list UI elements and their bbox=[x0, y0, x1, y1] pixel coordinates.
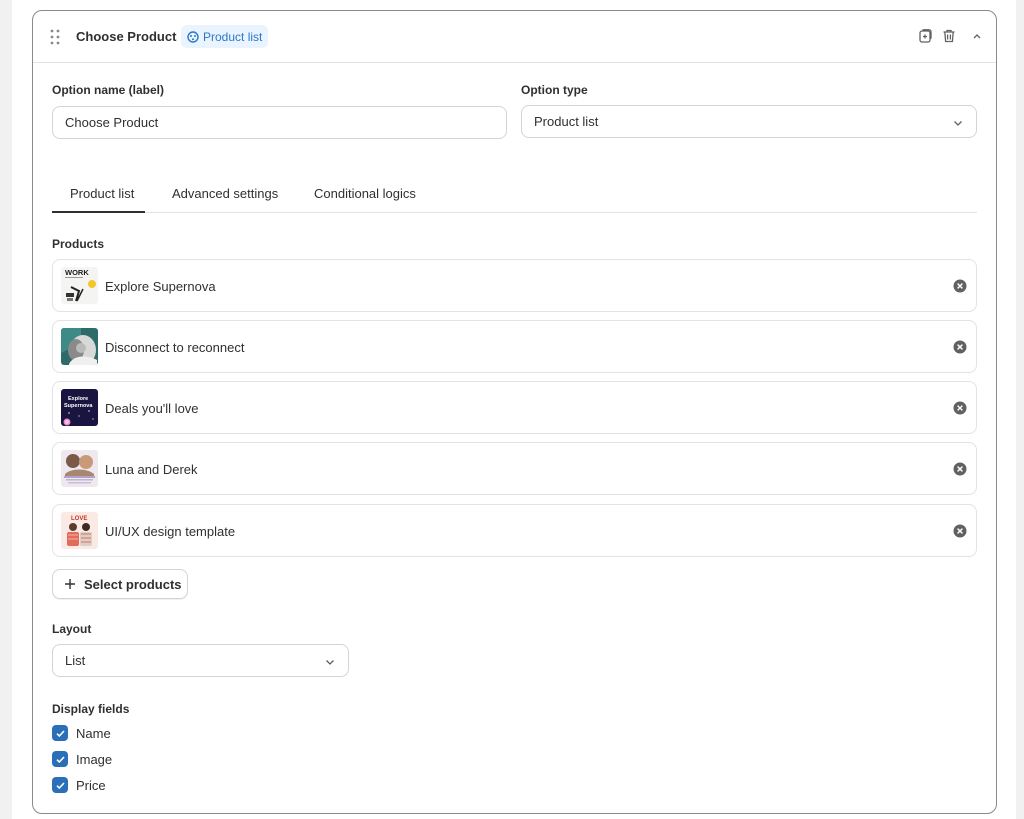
product-row[interactable]: Disconnect to reconnect bbox=[52, 320, 977, 373]
tabs-bar: Product list Advanced settings Condition… bbox=[52, 175, 977, 213]
product-thumbnail: Explore Supernova bbox=[61, 389, 98, 426]
checkbox-checked[interactable] bbox=[52, 725, 68, 741]
display-field-label: Image bbox=[76, 751, 113, 767]
checkbox-checked[interactable] bbox=[52, 777, 68, 793]
checkmark-icon bbox=[55, 729, 65, 737]
products-label: Products bbox=[52, 237, 105, 251]
option-type-value: Product list bbox=[534, 114, 599, 129]
checkmark-icon bbox=[55, 781, 65, 789]
product-thumbnail bbox=[61, 328, 98, 365]
option-name-field[interactable] bbox=[52, 106, 507, 139]
product-row[interactable]: LOVE UI/UX design template bbox=[52, 504, 977, 557]
drag-handle-icon[interactable] bbox=[49, 28, 61, 46]
option-type-select[interactable]: Product list bbox=[521, 105, 977, 138]
display-field-label: Name bbox=[76, 725, 111, 741]
remove-product-icon[interactable] bbox=[953, 401, 967, 415]
option-name-label: Option name (label) bbox=[52, 83, 165, 97]
remove-product-icon[interactable] bbox=[953, 524, 967, 538]
layout-label: Layout bbox=[52, 622, 92, 636]
layout-value: List bbox=[65, 653, 86, 668]
product-name: Explore Supernova bbox=[105, 279, 216, 294]
display-field-label: Price bbox=[76, 777, 106, 793]
product-name: Luna and Derek bbox=[105, 462, 198, 477]
display-field-price[interactable]: Price bbox=[52, 776, 106, 794]
product-name: Disconnect to reconnect bbox=[105, 340, 245, 355]
remove-product-icon[interactable] bbox=[953, 462, 967, 476]
checkmark-icon bbox=[55, 755, 65, 763]
product-thumbnail: LOVE bbox=[61, 512, 98, 549]
display-fields-label: Display fields bbox=[52, 702, 130, 716]
thumb-work-text: WORK bbox=[65, 268, 89, 277]
product-thumbnail: WORK bbox=[61, 267, 98, 304]
option-name-input[interactable] bbox=[65, 115, 494, 130]
tab-advanced-settings[interactable]: Advanced settings bbox=[172, 186, 278, 201]
product-list-icon bbox=[187, 30, 199, 43]
remove-product-icon[interactable] bbox=[953, 340, 967, 354]
product-name: Deals you'll love bbox=[105, 401, 199, 416]
option-type-badge: Product list bbox=[181, 25, 269, 48]
thumb-supernova-text: Supernova bbox=[64, 403, 93, 409]
thumb-love-text: LOVE bbox=[71, 516, 87, 522]
product-name: UI/UX design template bbox=[105, 524, 236, 539]
select-products-label: Select products bbox=[84, 576, 182, 592]
product-row[interactable]: WORK Explore Supernova bbox=[52, 259, 977, 312]
display-field-image[interactable]: Image bbox=[52, 750, 112, 768]
product-thumbnail bbox=[61, 450, 98, 487]
tab-product-list[interactable]: Product list bbox=[70, 186, 134, 201]
card-header[interactable]: Choose Product Product list bbox=[33, 11, 996, 63]
option-type-label: Option type bbox=[521, 83, 588, 97]
option-title: Choose Product bbox=[76, 29, 177, 44]
checkbox-checked[interactable] bbox=[52, 751, 68, 767]
remove-product-icon[interactable] bbox=[953, 279, 967, 293]
chevron-up-icon[interactable] bbox=[969, 28, 985, 44]
chevron-down-icon bbox=[326, 660, 334, 665]
option-card: Choose Product Product list Option name … bbox=[32, 10, 997, 814]
display-field-name[interactable]: Name bbox=[52, 724, 111, 742]
chevron-down-icon bbox=[954, 121, 962, 126]
thumb-explore-text: Explore bbox=[68, 396, 88, 402]
product-row[interactable]: Luna and Derek bbox=[52, 442, 977, 495]
select-products-button[interactable]: Select products bbox=[52, 569, 188, 599]
tab-conditional-logics[interactable]: Conditional logics bbox=[314, 186, 416, 201]
layout-select[interactable]: List bbox=[52, 644, 349, 677]
active-tab-indicator bbox=[52, 211, 145, 213]
trash-icon[interactable] bbox=[941, 28, 957, 44]
product-row[interactable]: Explore Supernova Deals you'll love bbox=[52, 381, 977, 434]
plus-icon bbox=[65, 579, 75, 589]
badge-label: Product list bbox=[203, 29, 263, 44]
duplicate-icon[interactable] bbox=[917, 28, 933, 44]
